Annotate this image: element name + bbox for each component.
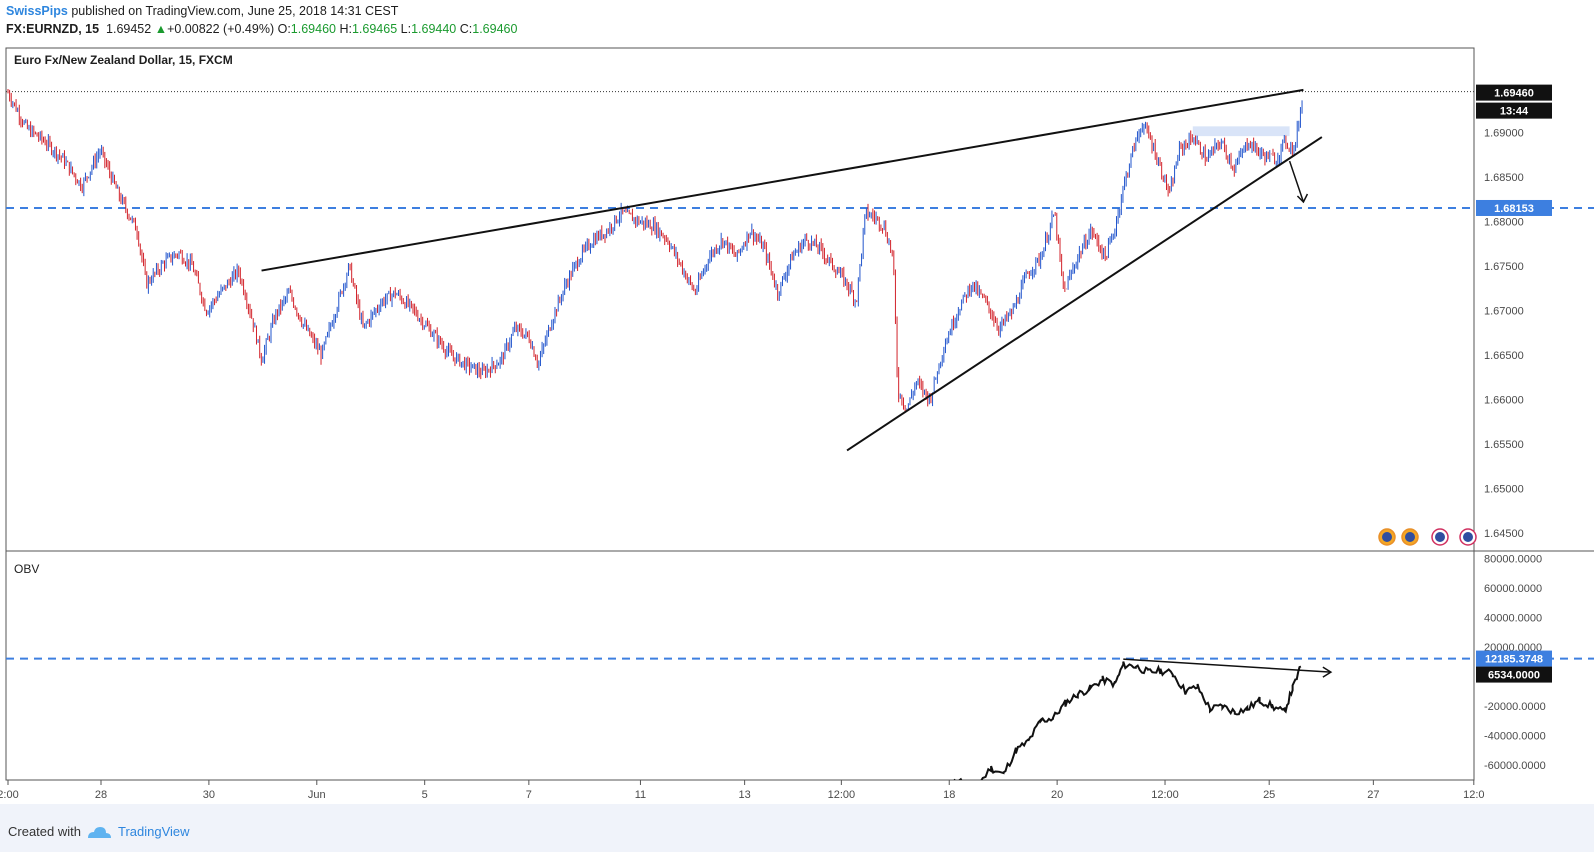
chart-area[interactable]: Euro Fx/New Zealand Dollar, 15, FXCM OBV… bbox=[0, 42, 1594, 804]
tradingview-link[interactable]: TradingView bbox=[118, 824, 190, 839]
footer: Created with TradingView bbox=[0, 812, 1594, 852]
eu-flag-inner-icon-2 bbox=[1463, 532, 1473, 542]
time-tick-label: Jun bbox=[308, 789, 326, 801]
obv-tick-label: 60000.0000 bbox=[1484, 583, 1542, 595]
price-axis[interactable]: 1.69000 1.68500 1.68000 1.67500 1.67000 1.665… bbox=[1484, 128, 1524, 541]
time-tick-label: 30 bbox=[203, 789, 215, 801]
time-tick-label: 12:00 bbox=[828, 789, 856, 801]
time-tick-label: 13 bbox=[738, 789, 750, 801]
obv-title: OBV bbox=[14, 562, 39, 576]
author-link[interactable]: SwissPips bbox=[6, 4, 68, 18]
obv-level-badge: 12185.3748 bbox=[1485, 654, 1543, 666]
time-tick-label: 12:00 bbox=[1151, 789, 1179, 801]
open-label: O: bbox=[277, 22, 291, 36]
publish-text: published on TradingView.com, June 25, 2… bbox=[67, 4, 399, 18]
obv-tick-label: -20000.0000 bbox=[1484, 701, 1546, 713]
last-price: 1.69452 bbox=[106, 22, 152, 36]
price-tick-label: 1.66500 bbox=[1484, 350, 1524, 362]
close-value: 1.69460 bbox=[472, 22, 518, 36]
trendlines[interactable] bbox=[261, 88, 1333, 678]
time-tick-label: 7 bbox=[526, 789, 532, 801]
obv-line bbox=[953, 661, 1302, 780]
created-with-label: Created with bbox=[8, 824, 81, 839]
trendline[interactable] bbox=[261, 88, 1304, 272]
obv-series bbox=[953, 661, 1302, 780]
chart-svg[interactable]: Euro Fx/New Zealand Dollar, 15, FXCM OBV… bbox=[0, 42, 1594, 804]
price-tick-label: 1.68500 bbox=[1484, 172, 1524, 184]
time-tick-label: 5 bbox=[422, 789, 428, 801]
change-value: +0.00822 (+0.49%) bbox=[167, 22, 275, 36]
low-value: 1.69440 bbox=[411, 22, 457, 36]
event-icons[interactable] bbox=[1378, 528, 1477, 546]
close-label: C: bbox=[459, 22, 473, 36]
main-chart-title: Euro Fx/New Zealand Dollar, 15, FXCM bbox=[14, 53, 233, 67]
obv-tick-label: -60000.0000 bbox=[1484, 760, 1546, 772]
nz-flag-inner-icon-2 bbox=[1435, 532, 1445, 542]
time-tick-label: 11 bbox=[635, 789, 646, 801]
obv-tick-label: 40000.0000 bbox=[1484, 612, 1542, 624]
open-value: 1.69460 bbox=[290, 22, 336, 36]
candle-series bbox=[7, 89, 1303, 412]
time-tick-label: 25 bbox=[1263, 789, 1275, 801]
tradingview-logo-icon bbox=[88, 827, 111, 838]
obv-last-badge: 6534.0000 bbox=[1488, 670, 1540, 682]
price-tick-label: 1.69000 bbox=[1484, 128, 1524, 140]
chart-header: SwissPips published on TradingView.com, … bbox=[0, 0, 1594, 42]
publish-info: SwissPips published on TradingView.com, … bbox=[6, 4, 398, 18]
down-arrow-icon[interactable] bbox=[1288, 160, 1305, 203]
time-tick-label: 18 bbox=[943, 789, 955, 801]
price-tick-label: 1.68000 bbox=[1484, 217, 1524, 229]
symbol-label: FX:EURNZD, 15 bbox=[6, 22, 100, 36]
high-value: 1.69465 bbox=[351, 22, 398, 36]
price-tick-label: 1.64500 bbox=[1484, 528, 1524, 540]
obv-divergence-line[interactable] bbox=[1123, 658, 1331, 673]
time-tick-label: 2:00 bbox=[0, 789, 19, 801]
high-label: H: bbox=[339, 22, 352, 36]
time-axis[interactable]: 2:00 28 30 Jun 5 7 11 13 12:00 18 20 12:00 25 27 12:0 bbox=[0, 780, 1485, 801]
obv-tick-label: 80000.0000 bbox=[1484, 553, 1542, 565]
price-tick-label: 1.65000 bbox=[1484, 484, 1524, 496]
trendline[interactable] bbox=[846, 136, 1323, 452]
last-price-badge: 1.69460 bbox=[1494, 88, 1534, 100]
consolidation-box[interactable] bbox=[1192, 126, 1290, 137]
time-tick-label: 27 bbox=[1367, 789, 1379, 801]
quote-line: FX:EURNZD, 15 1.69452 ▲+0.00822 (+0.49%)… bbox=[6, 22, 517, 36]
time-tick-label: 20 bbox=[1051, 789, 1063, 801]
price-tick-label: 1.67500 bbox=[1484, 261, 1524, 273]
time-tick-label: 12:0 bbox=[1463, 789, 1484, 801]
level-price-badge: 1.68153 bbox=[1494, 203, 1534, 215]
eu-flag-inner-icon bbox=[1382, 532, 1392, 542]
price-tick-label: 1.67000 bbox=[1484, 306, 1524, 318]
time-tick-label: 28 bbox=[95, 789, 107, 801]
low-label: L: bbox=[400, 22, 412, 36]
countdown-badge: 13:44 bbox=[1500, 106, 1529, 118]
price-tick-label: 1.65500 bbox=[1484, 439, 1524, 451]
up-arrow-icon: ▲ bbox=[154, 22, 168, 36]
obv-tick-label: -40000.0000 bbox=[1484, 731, 1546, 743]
plot-frame bbox=[5, 47, 1475, 781]
price-tick-label: 1.66000 bbox=[1484, 395, 1524, 407]
nz-flag-inner-icon bbox=[1405, 532, 1415, 542]
